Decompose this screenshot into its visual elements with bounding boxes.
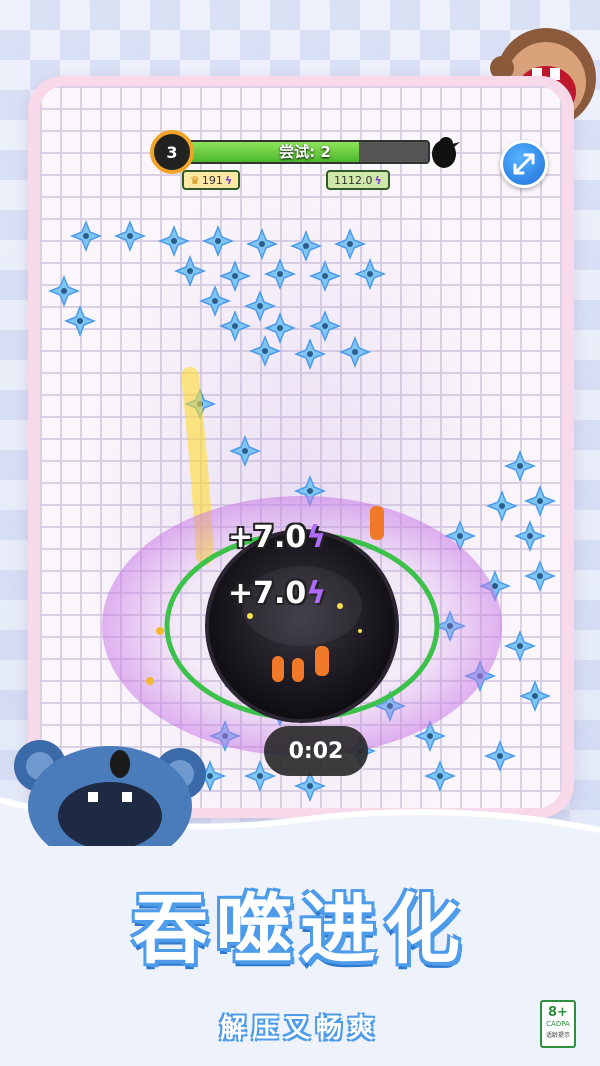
best-score-chip: ♛ 191 ϟ bbox=[182, 170, 241, 190]
age-rating-org: CADPA bbox=[546, 1020, 570, 1028]
attempt-label: 尝试: 2 bbox=[279, 143, 331, 161]
game-screen[interactable]: +7.0ϟ +7.0ϟ 3 尝试: 2 ♛ 191 ϟ 1112.0 ϟ 0:0… bbox=[40, 86, 562, 808]
hud: 3 尝试: 2 ♛ 191 ϟ 1112.0 ϟ bbox=[150, 130, 460, 200]
current-score-value: 1112.0 bbox=[334, 173, 373, 187]
crown-icon: ♛ bbox=[190, 173, 200, 187]
koala-mascot bbox=[14, 740, 206, 846]
banner-title: 吞噬进化 bbox=[132, 885, 468, 974]
lightning-icon: ϟ bbox=[374, 173, 382, 187]
resize-arrows-icon bbox=[513, 153, 535, 175]
banner-subtitle: 解压又畅爽 bbox=[219, 1014, 380, 1044]
best-score-value: 191 bbox=[201, 173, 223, 187]
score-popup-1: +7.0ϟ bbox=[228, 520, 327, 555]
resize-button[interactable] bbox=[500, 140, 548, 188]
lightning-icon: ϟ bbox=[306, 576, 327, 611]
timer: 0:02 bbox=[264, 726, 368, 776]
lightning-icon: ϟ bbox=[306, 520, 327, 555]
age-rating-caption: 适龄提示 bbox=[545, 1032, 570, 1039]
current-score-chip: 1112.0 ϟ bbox=[326, 170, 390, 190]
lightning-icon: ϟ bbox=[224, 173, 233, 187]
score-popup-2: +7.0ϟ bbox=[228, 576, 327, 611]
age-rating-badge: 8+ CADPA 适龄提示 bbox=[540, 1000, 576, 1048]
phone-frame: +7.0ϟ +7.0ϟ 3 尝试: 2 ♛ 191 ϟ 1112.0 ϟ 0:0… bbox=[28, 76, 574, 818]
age-rating-label: 8+ bbox=[548, 1005, 568, 1020]
bird-icon bbox=[432, 137, 460, 168]
level-badge: 3 bbox=[150, 130, 194, 174]
